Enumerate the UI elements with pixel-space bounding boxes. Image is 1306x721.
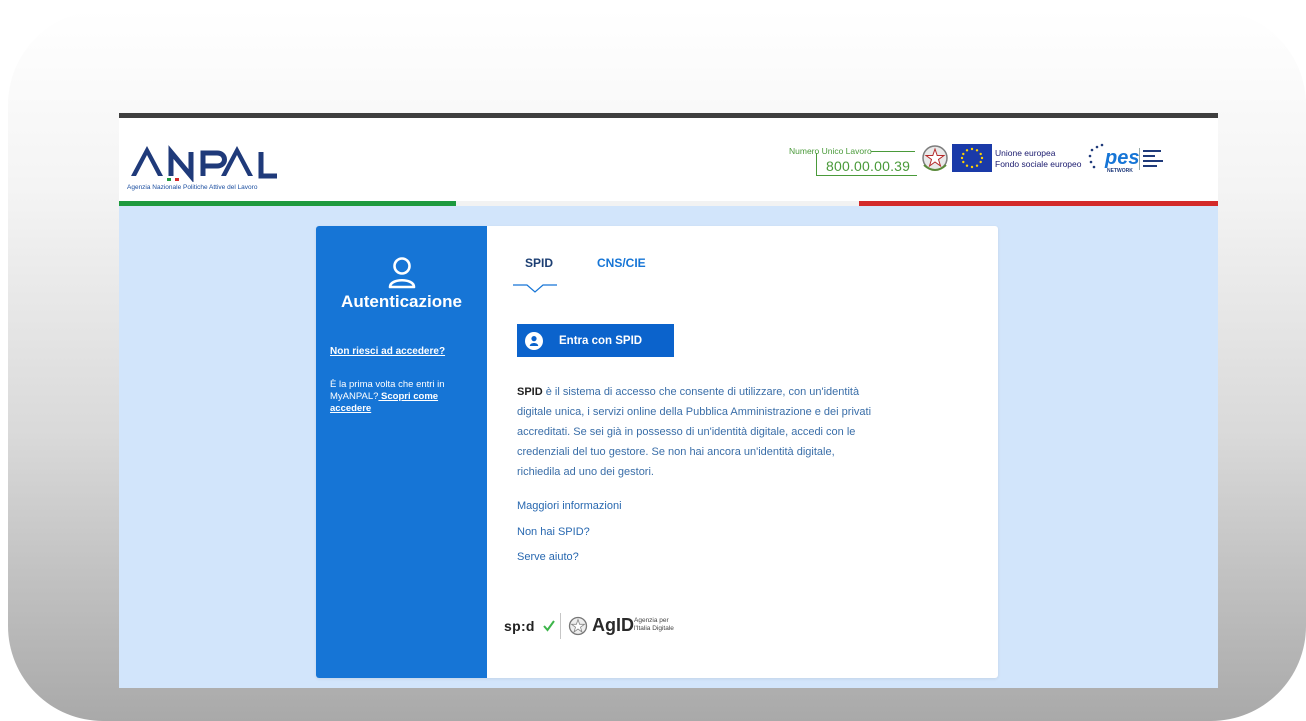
anpal-logo-mark [131,145,277,182]
need-help-link[interactable]: Serve aiuto? [517,551,579,563]
hotline-number: 800.00.00.39 [826,158,911,174]
tab-spid[interactable]: SPID [525,256,553,270]
site-header: Agenzia Nazionale Politiche Attive del L… [119,118,1218,203]
hotline-decoration [871,151,915,152]
spid-description: SPID è il sistema di accesso che consent… [517,382,877,482]
no-spid-link[interactable]: Non hai SPID? [517,526,590,538]
eu-fund-text: Unione europea Fondo sociale europeo [995,148,1081,170]
user-icon [387,256,417,295]
italian-republic-emblem-icon [921,143,949,175]
anpal-logo[interactable]: Agenzia Nazionale Politiche Attive del L… [127,142,287,191]
eu-line-1: Unione europea [995,148,1056,158]
tab-cns-cie[interactable]: CNS/CIE [597,256,646,270]
auth-title: Autenticazione [341,292,462,311]
agid-sub-line-2: l'Italia Digitale [634,625,674,632]
spid-login-button-label: Entra con SPID [559,334,643,347]
pes-text: pes [1104,147,1139,169]
pes-network-logo: pes NETWORK [1083,139,1171,179]
logo-tagline: Agenzia Nazionale Politiche Attive del L… [127,184,258,191]
spid-check-icon [543,620,555,632]
pes-network-text: NETWORK [1107,168,1133,174]
more-info-link[interactable]: Maggiori informazioni [517,500,622,512]
partner-logos: sp:d AgID Agenzia per l'Italia Digitale [504,612,724,642]
cant-access-link[interactable]: Non riesci ad accedere? [330,346,445,357]
tab-active-indicator [513,279,557,300]
agid-emblem-icon [568,616,588,636]
eu-flag-icon [952,144,992,172]
spid-login-button[interactable]: Entra con SPID [517,324,674,357]
agid-subtitle: Agenzia per l'Italia Digitale [634,617,674,633]
first-time-text: È la prima volta che entri in MyANPAL? S… [330,379,465,415]
spid-logo-text: sp:d [504,618,535,634]
auth-card: Autenticazione Non riesci ad accedere? È… [316,226,998,678]
spid-description-bold: SPID [517,386,543,398]
auth-sidebar: Autenticazione Non riesci ad accedere? È… [316,226,487,678]
tricolor-stripe [119,201,1218,206]
device-frame: Agenzia Nazionale Politiche Attive del L… [8,10,1306,721]
eu-line-2: Fondo sociale europeo [995,159,1082,169]
logo-separator [560,613,561,639]
spid-description-text: è il sistema di accesso che consente di … [517,386,872,478]
agid-sub-line-1: Agenzia per [634,617,669,624]
agid-logo-text: AgID [592,615,634,635]
browser-viewport: Agenzia Nazionale Politiche Attive del L… [119,113,1218,688]
hotline-block: Numero Unico Lavoro 800.00.00.39 [789,143,917,177]
spid-user-icon [525,331,543,350]
italian-flag-mark [167,178,179,181]
